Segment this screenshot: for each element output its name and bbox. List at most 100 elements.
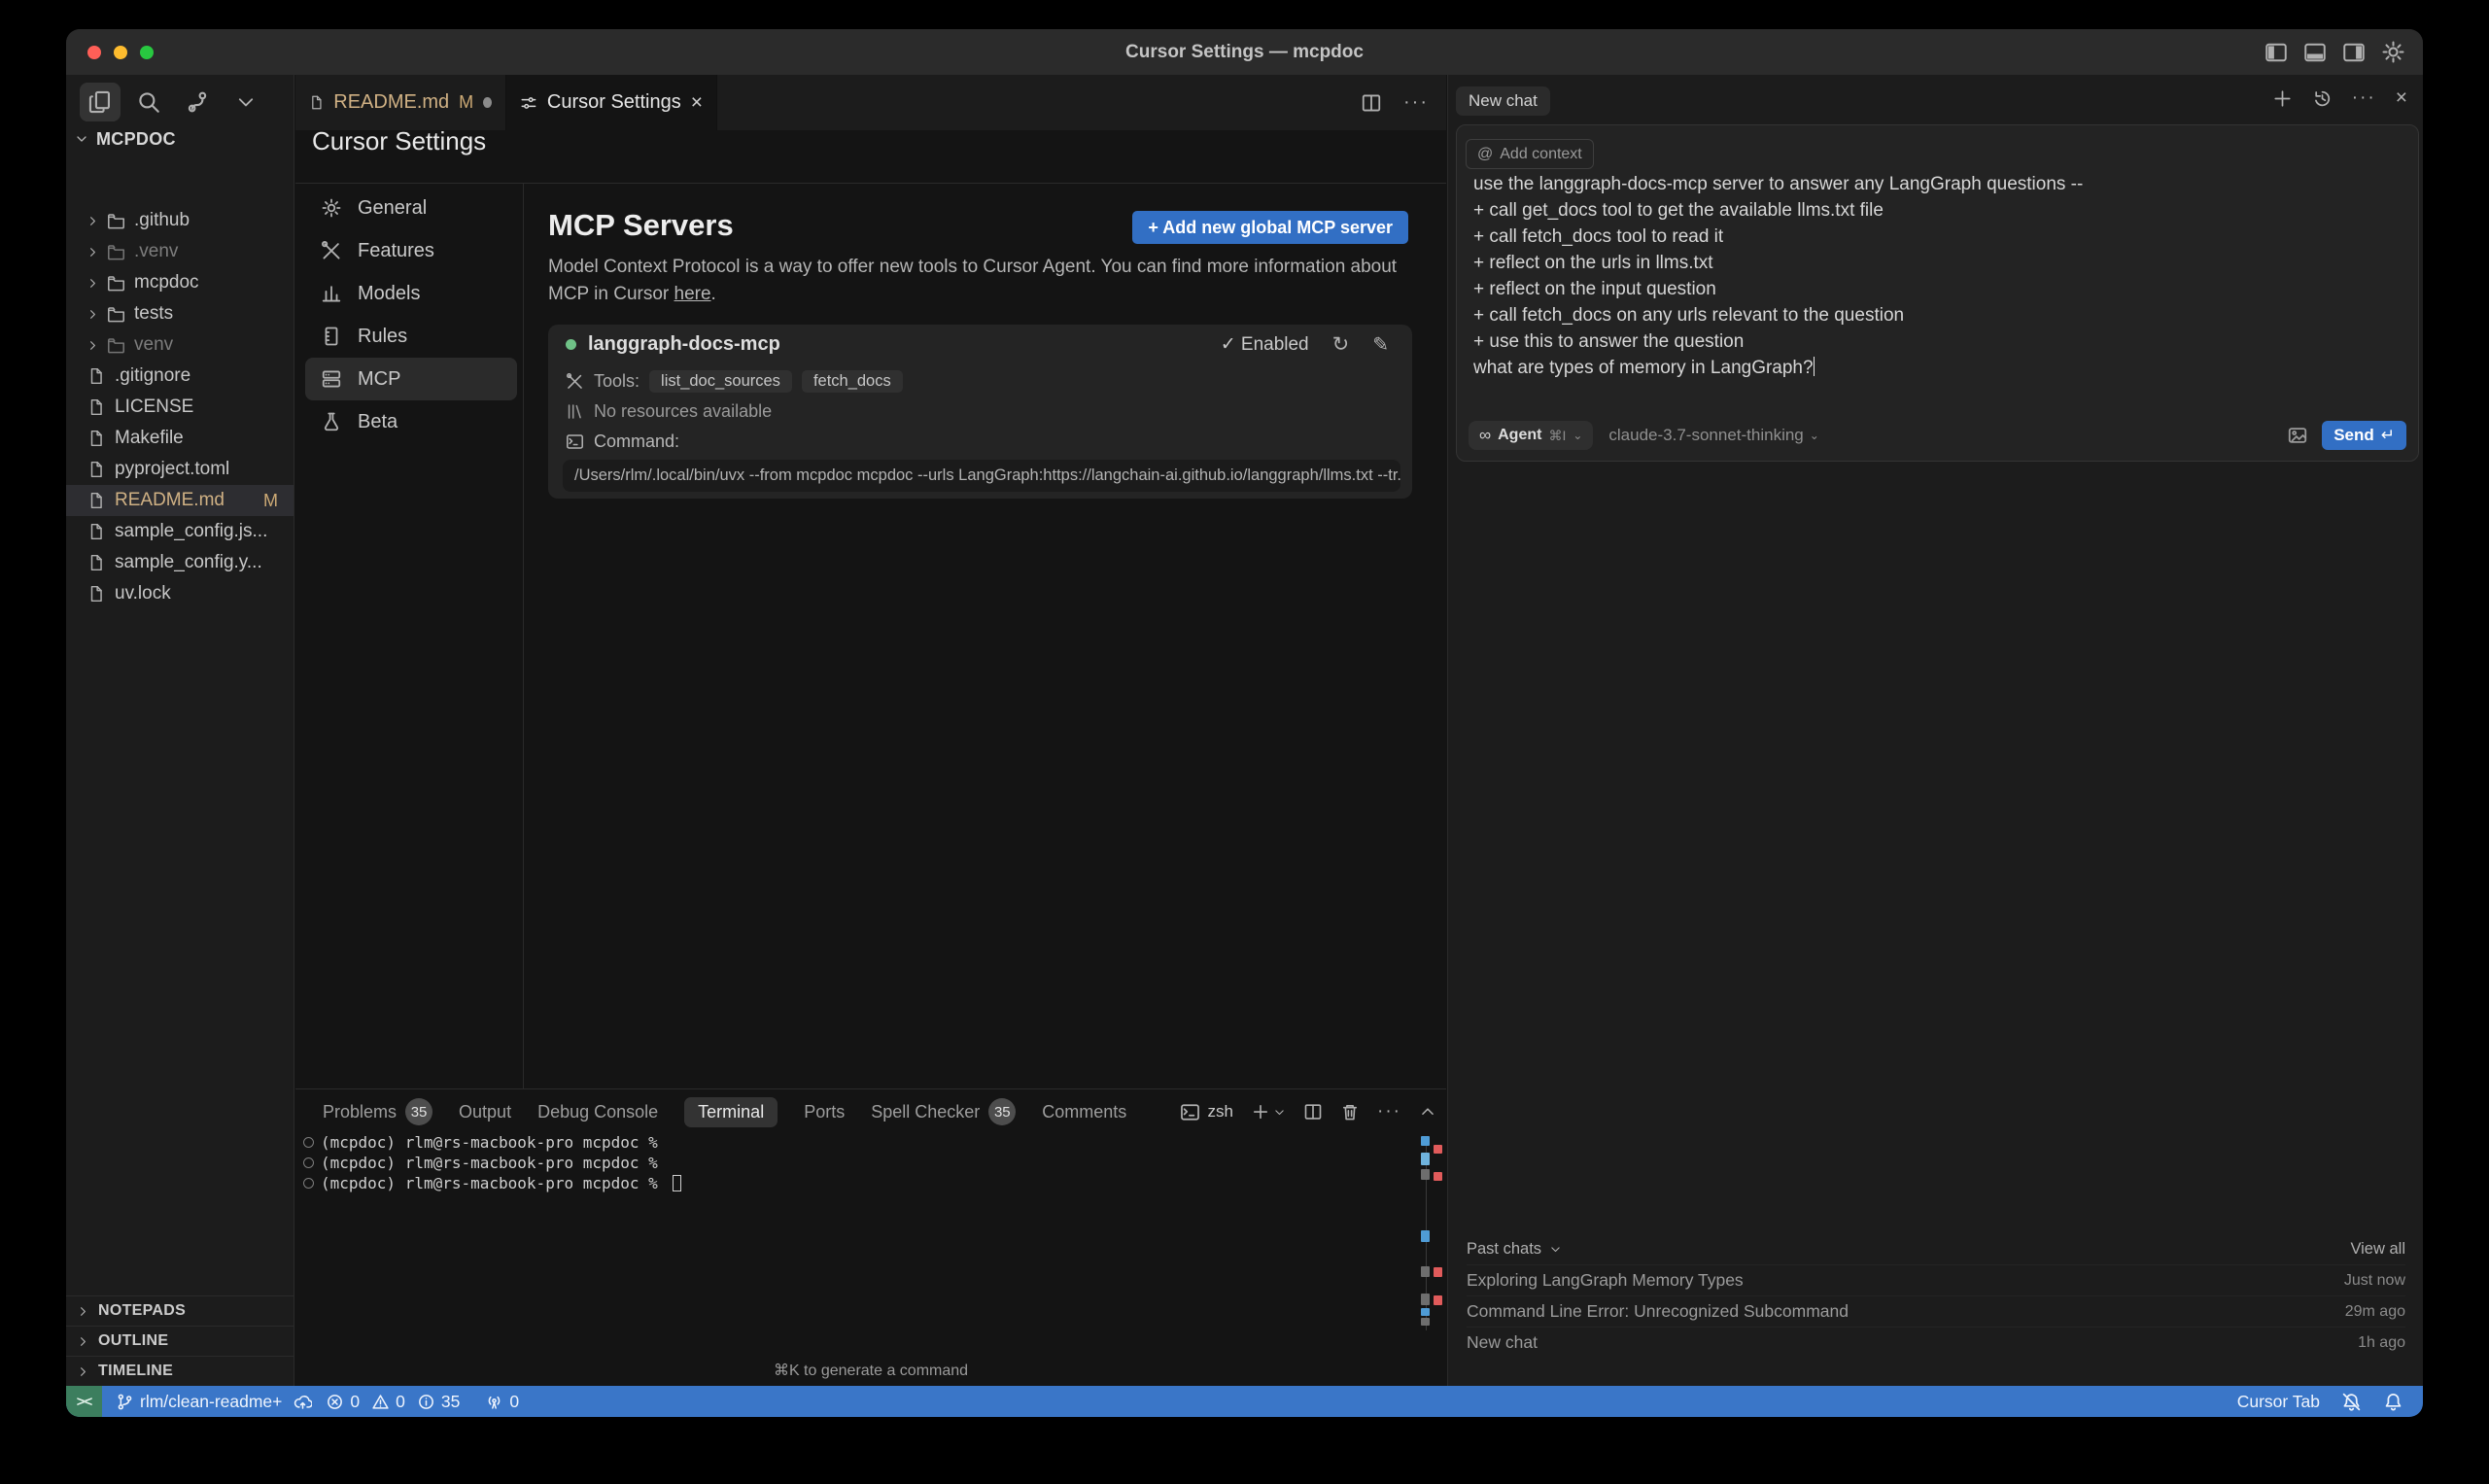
problems-status-item[interactable]: 0 0 35 <box>326 1392 460 1412</box>
git-branch-item[interactable]: rlm/clean-readme+ <box>116 1392 312 1412</box>
panel-tab-terminal[interactable]: Terminal <box>684 1097 778 1127</box>
chat-panel: New chat ··· × @ Add context use the lan… <box>1447 75 2423 1386</box>
close-tab-icon[interactable]: × <box>691 91 703 115</box>
attach-image-icon[interactable] <box>2287 425 2308 446</box>
scroll-mark <box>1421 1294 1430 1305</box>
settings-nav-models[interactable]: Models <box>305 272 517 315</box>
sidebar-section-timeline[interactable]: TIMELINE <box>66 1356 294 1386</box>
agent-mode-selector[interactable]: ∞ Agent ⌘I ⌄ <box>1469 421 1593 450</box>
scroll-mark <box>1434 1267 1442 1277</box>
past-chat-item[interactable]: Command Line Error: Unrecognized Subcomm… <box>1467 1295 2405 1327</box>
close-chat-icon[interactable]: × <box>2396 86 2407 110</box>
server-name: langgraph-docs-mcp <box>588 333 780 356</box>
settings-gear-icon[interactable] <box>2381 40 2405 64</box>
tree-item-sample-config-y[interactable]: sample_config.y... <box>66 547 294 578</box>
chat-history-icon[interactable] <box>2312 88 2333 109</box>
ai-muted-icon[interactable] <box>2341 1392 2362 1412</box>
panel-tab-comments[interactable]: Comments <box>1042 1102 1126 1122</box>
settings-nav: General Features Models Rules MCP Beta <box>305 187 517 443</box>
toggle-left-sidebar-icon[interactable] <box>2264 41 2288 64</box>
tree-item-venv-hidden[interactable]: .venv <box>66 236 294 267</box>
settings-nav-features[interactable]: Features <box>305 229 517 272</box>
add-context-chip[interactable]: @ Add context <box>1466 139 1594 169</box>
server-refresh-icon[interactable]: ↻ <box>1332 332 1350 357</box>
settings-nav-general[interactable]: General <box>305 187 517 229</box>
explorer-files-icon[interactable] <box>80 83 121 121</box>
chat-input-card[interactable]: @ Add context use the langgraph-docs-mcp… <box>1456 124 2419 462</box>
scroll-mark <box>1434 1145 1442 1154</box>
panel-more-actions-icon[interactable]: ··· <box>1377 1101 1401 1122</box>
tree-item-sample-config-js[interactable]: sample_config.js... <box>66 516 294 547</box>
tool-chip-fetch-docs: fetch_docs <box>802 370 903 393</box>
past-chats-section: Past chats View all Exploring LangGraph … <box>1467 1233 2405 1358</box>
model-selector[interactable]: claude-3.7-sonnet-thinking ⌄ <box>1608 426 1818 445</box>
search-icon[interactable] <box>128 83 169 121</box>
remote-indicator[interactable]: >< <box>66 1386 102 1417</box>
server-enabled-toggle[interactable]: ✓ Enabled <box>1221 333 1309 356</box>
editor-area: README.md M Cursor Settings × ··· Cursor… <box>295 75 1446 1386</box>
cursor-tab-status-item[interactable]: Cursor Tab <box>2237 1392 2320 1412</box>
scroll-mark <box>1421 1136 1430 1146</box>
split-terminal-icon[interactable] <box>1303 1102 1323 1122</box>
panel-tab-problems[interactable]: Problems35 <box>323 1098 432 1125</box>
chat-message-input[interactable]: use the langgraph-docs-mcp server to ans… <box>1473 171 2399 381</box>
text-caret <box>1814 357 1815 376</box>
ports-status-item[interactable]: 0 <box>485 1392 519 1412</box>
chevron-down-icon: ⌄ <box>1573 429 1582 442</box>
maximize-panel-chevron-icon[interactable] <box>1419 1103 1436 1121</box>
settings-nav-rules[interactable]: Rules <box>305 315 517 358</box>
panel-tab-spell-checker[interactable]: Spell Checker35 <box>871 1098 1016 1125</box>
server-edit-icon[interactable]: ✎ <box>1372 332 1389 357</box>
terminal-output[interactable]: (mcpdoc) rlm@rs-macbook-pro mcpdoc % (mc… <box>303 1132 1407 1193</box>
source-control-icon[interactable] <box>177 83 218 121</box>
tree-item-readme[interactable]: README.md M <box>66 485 294 516</box>
settings-nav-mcp[interactable]: MCP <box>305 358 517 400</box>
tool-chip-list-doc-sources: list_doc_sources <box>649 370 792 393</box>
explorer-root-folder[interactable]: MCPDOC <box>66 124 294 154</box>
past-chat-item[interactable]: New chat 1h ago <box>1467 1327 2405 1358</box>
server-status-dot <box>566 339 576 350</box>
split-editor-icon[interactable] <box>1361 92 1382 114</box>
tree-item-venv[interactable]: venv <box>66 329 294 361</box>
divider <box>295 183 1446 184</box>
notifications-bell-icon[interactable] <box>2383 1392 2403 1412</box>
tree-item-mcpdoc[interactable]: mcpdoc <box>66 267 294 298</box>
mcp-docs-link[interactable]: here <box>674 284 711 304</box>
view-all-link[interactable]: View all <box>2350 1240 2405 1259</box>
terminal-shell-icon[interactable]: zsh <box>1180 1102 1233 1122</box>
sidebar-section-outline[interactable]: OUTLINE <box>66 1326 294 1356</box>
tree-item-makefile[interactable]: Makefile <box>66 423 294 454</box>
new-terminal-icon[interactable] <box>1251 1102 1286 1122</box>
tab-readme[interactable]: README.md M <box>295 75 506 130</box>
tree-item-license[interactable]: LICENSE <box>66 392 294 423</box>
tree-item-gitignore[interactable]: .gitignore <box>66 361 294 392</box>
past-chats-toggle[interactable]: Past chats <box>1467 1240 1562 1259</box>
toggle-bottom-panel-icon[interactable] <box>2303 41 2327 64</box>
infinity-icon: ∞ <box>1479 426 1491 445</box>
scroll-mark <box>1421 1230 1430 1242</box>
command-status-icon <box>303 1137 314 1148</box>
tree-item-github[interactable]: .github <box>66 205 294 236</box>
sidebar-section-notepads[interactable]: NOTEPADS <box>66 1295 294 1326</box>
chat-more-actions-icon[interactable]: ··· <box>2352 87 2376 109</box>
send-button[interactable]: Send ↵ <box>2322 421 2406 450</box>
tree-item-uv-lock[interactable]: uv.lock <box>66 578 294 609</box>
kill-terminal-icon[interactable] <box>1340 1102 1360 1122</box>
add-mcp-server-button[interactable]: + Add new global MCP server <box>1132 211 1408 244</box>
more-views-chevron-icon[interactable] <box>225 83 266 121</box>
editor-more-actions-icon[interactable]: ··· <box>1403 91 1429 114</box>
toggle-right-sidebar-icon[interactable] <box>2342 41 2366 64</box>
panel-tab-debug-console[interactable]: Debug Console <box>537 1102 658 1122</box>
status-bar: >< rlm/clean-readme+ 0 0 35 0 Cursor Tab <box>66 1386 2423 1417</box>
chevron-down-icon: ⌄ <box>1810 429 1819 442</box>
panel-tab-ports[interactable]: Ports <box>804 1102 845 1122</box>
command-status-icon <box>303 1178 314 1189</box>
past-chat-item[interactable]: Exploring LangGraph Memory Types Just no… <box>1467 1264 2405 1295</box>
chat-tab-new-chat[interactable]: New chat <box>1456 86 1550 116</box>
new-chat-plus-icon[interactable] <box>2272 88 2293 109</box>
settings-nav-beta[interactable]: Beta <box>305 400 517 443</box>
panel-tab-output[interactable]: Output <box>459 1102 511 1122</box>
tree-item-tests[interactable]: tests <box>66 298 294 329</box>
tree-item-pyproject[interactable]: pyproject.toml <box>66 454 294 485</box>
tab-cursor-settings[interactable]: Cursor Settings × <box>506 75 717 130</box>
